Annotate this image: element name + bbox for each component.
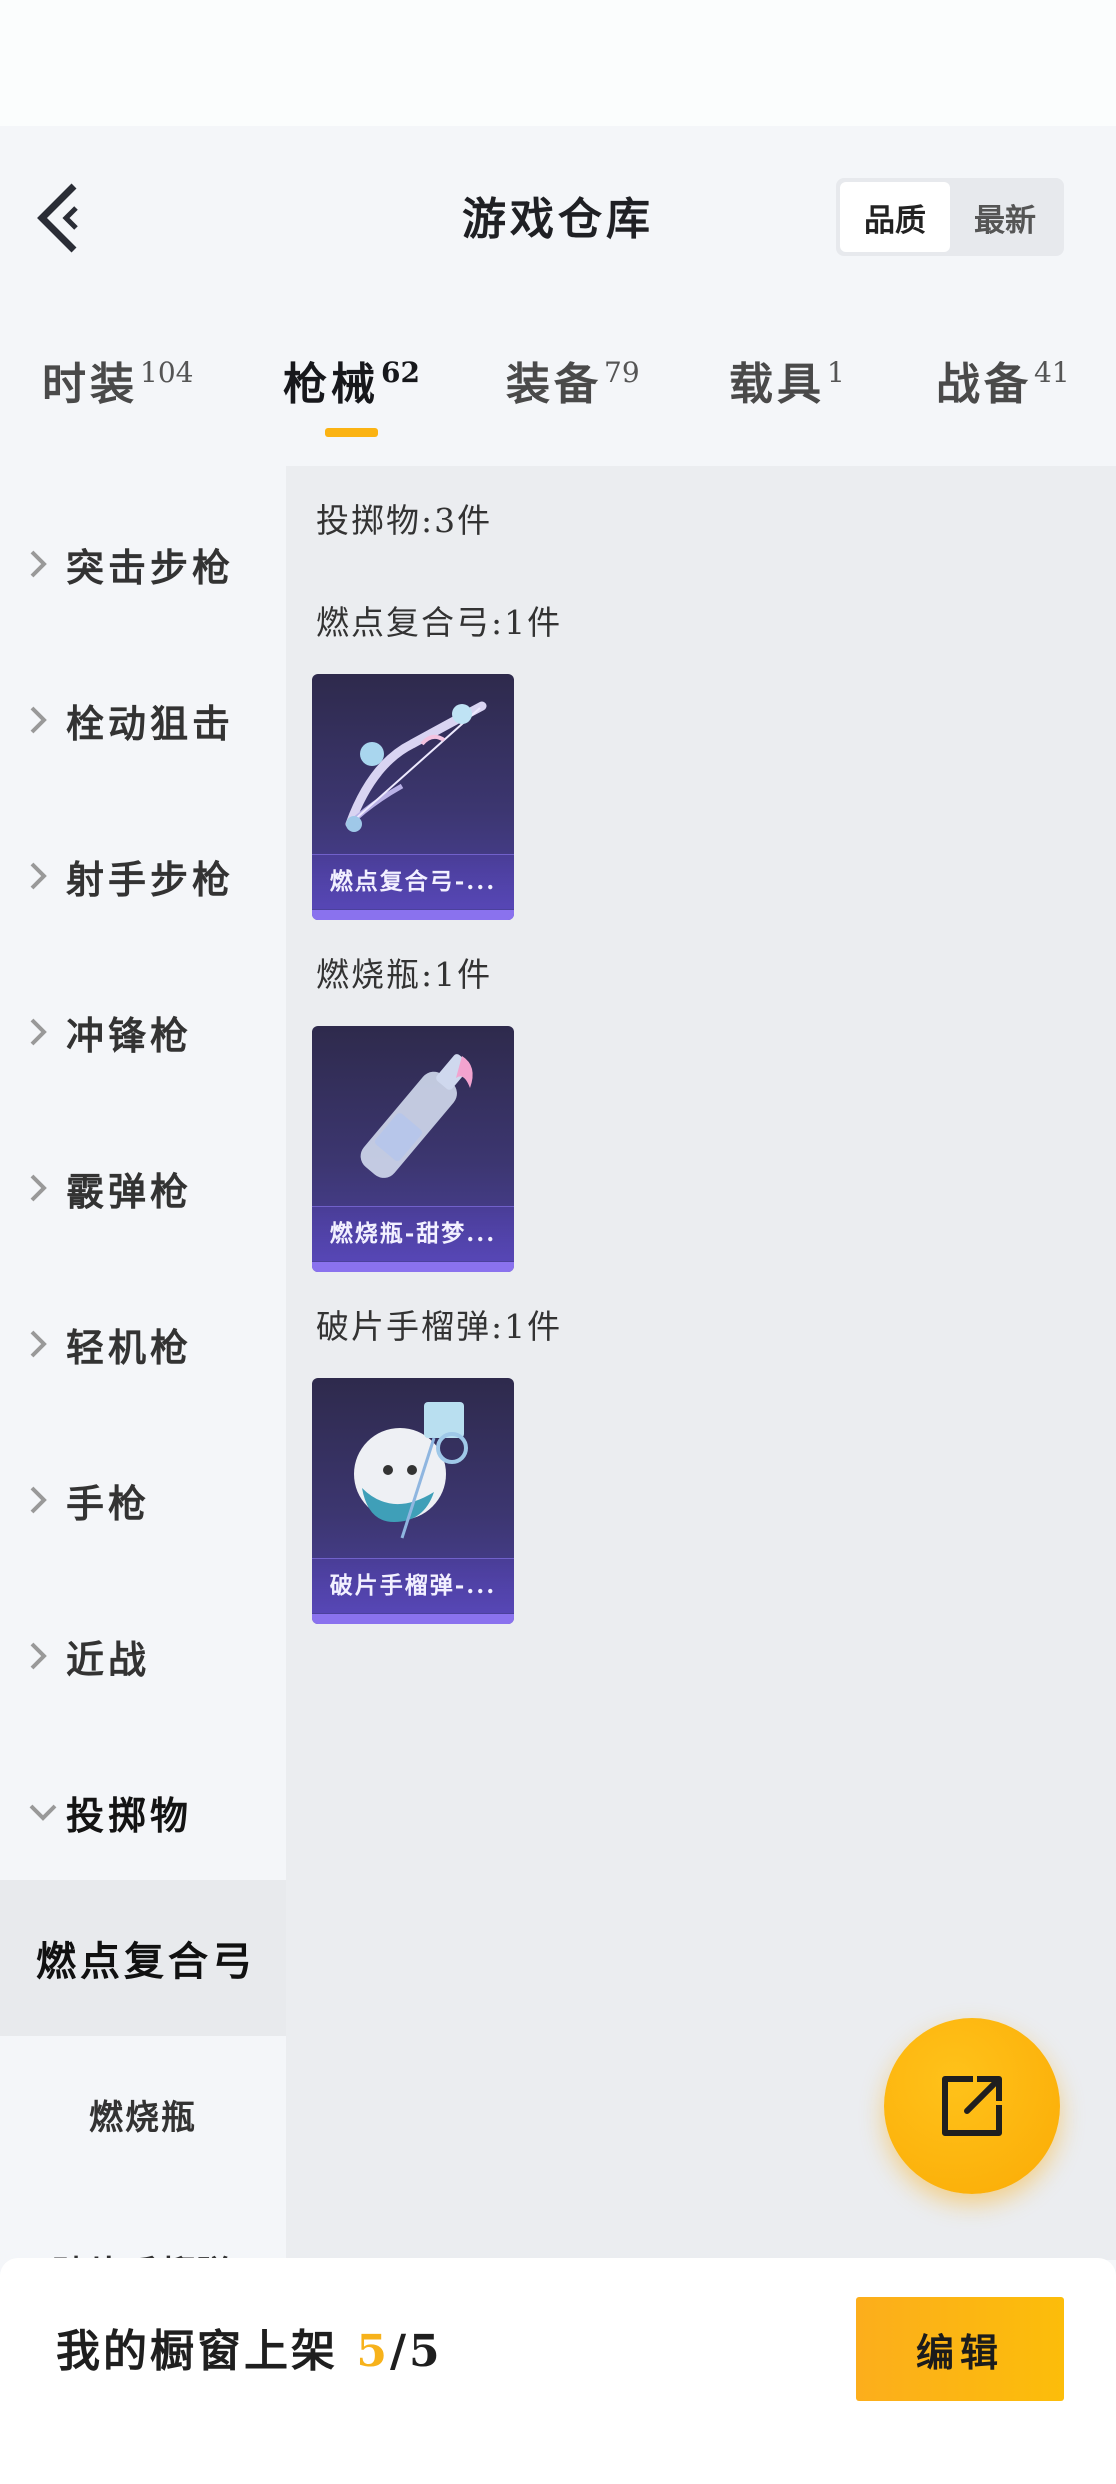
edit-button[interactable]: 编辑 (856, 2297, 1064, 2401)
sidebar-item-label: 轻机枪 (66, 1324, 193, 1370)
chevron-right-icon (28, 1329, 66, 1359)
group-header: 燃烧瓶:1件 (316, 955, 493, 994)
sidebar-subitem-label: 燃点复合弓 (36, 1938, 256, 1985)
showcase-status: 我的橱窗上架 5/5 (56, 2315, 443, 2379)
sidebar-item-marksman-rifle[interactable]: 射手步枪 (0, 798, 286, 954)
tab-costume[interactable]: 时装104 (42, 348, 193, 412)
showcase-current-count: 5 (356, 2326, 390, 2377)
sidebar: 突击步枪栓动狙击射手步枪冲锋枪霰弹枪轻机枪手枪近战投掷物燃点复合弓燃烧瓶破片手榴… (0, 466, 286, 2260)
item-card-molotov[interactable]: 燃烧瓶-甜梦... (312, 1026, 514, 1272)
sidebar-item-label: 霰弹枪 (66, 1168, 193, 1214)
frag-grenade-icon (354, 1402, 468, 1539)
sidebar-subitem-frag-grenade[interactable]: 破片手榴弹 (0, 2192, 286, 2261)
tab-equipment[interactable]: 装备79 (506, 348, 640, 412)
sort-toggle: 品质 最新 (836, 178, 1064, 256)
chevron-right-icon (28, 861, 66, 891)
chevron-right-icon (28, 1485, 66, 1515)
tab-count: 104 (140, 356, 194, 389)
sort-quality-button[interactable]: 品质 (840, 182, 950, 252)
molotov-bottle-icon (360, 1054, 473, 1178)
summary-count: 投掷物:3件 (316, 501, 493, 540)
sidebar-item-throwables[interactable]: 投掷物 (0, 1734, 286, 1890)
group-header: 破片手榴弹:1件 (316, 1307, 563, 1346)
sidebar-item-bolt-action-sniper[interactable]: 栓动狙击 (0, 642, 286, 798)
category-tabs: 时装104 枪械62 装备79 载具1 战备41 (0, 330, 1116, 460)
item-card-frag-grenade[interactable]: 破片手榴弹-... (312, 1378, 514, 1624)
sidebar-item-label: 栓动狙击 (66, 700, 235, 746)
sidebar-subitem-compound-bow[interactable]: 燃点复合弓 (0, 1880, 286, 2036)
rarity-bar (312, 1262, 514, 1272)
item-list: 投掷物:3件 燃点复合弓:1件 燃点复合弓-... 燃烧瓶:1件 燃烧瓶-甜梦.… (286, 466, 1116, 2260)
card-name: 燃点复合弓-... (312, 854, 514, 909)
chevron-right-icon (28, 1017, 66, 1047)
sidebar-item-pistol[interactable]: 手枪 (0, 1422, 286, 1578)
chevron-right-icon (28, 705, 66, 735)
tab-count: 79 (604, 356, 640, 389)
sidebar-item-label: 近战 (66, 1636, 151, 1682)
share-button[interactable] (884, 2018, 1060, 2194)
active-tab-indicator (325, 428, 378, 437)
group-header: 燃点复合弓:1件 (316, 603, 563, 642)
showcase-total-count: /5 (389, 2326, 443, 2377)
sidebar-item-lmg[interactable]: 轻机枪 (0, 1266, 286, 1422)
tab-label: 枪械 (283, 359, 379, 410)
tab-label: 战备 (936, 359, 1032, 410)
status-bar (0, 0, 1116, 126)
item-card-compound-bow[interactable]: 燃点复合弓-... (312, 674, 514, 920)
tab-war-supplies[interactable]: 战备41 (936, 348, 1070, 412)
showcase-label: 我的橱窗上架 (56, 2326, 357, 2377)
tab-count: 62 (381, 356, 420, 389)
sidebar-item-label: 手枪 (66, 1480, 151, 1526)
tab-count: 41 (1034, 356, 1070, 389)
tab-vehicles[interactable]: 载具1 (729, 348, 845, 412)
card-name: 破片手榴弹-... (312, 1558, 514, 1613)
sidebar-item-assault-rifle[interactable]: 突击步枪 (0, 486, 286, 642)
sidebar-item-label: 突击步枪 (66, 544, 235, 590)
sidebar-subitem-molotov[interactable]: 燃烧瓶 (0, 2036, 286, 2192)
compound-bow-icon (345, 701, 487, 832)
sidebar-item-label: 投掷物 (66, 1792, 193, 1838)
rarity-bar (312, 910, 514, 920)
chevron-down-icon (28, 1802, 66, 1822)
tab-label: 载具 (729, 359, 825, 410)
share-icon (942, 2076, 1002, 2136)
sidebar-item-melee[interactable]: 近战 (0, 1578, 286, 1734)
chevron-right-icon (28, 1173, 66, 1203)
sidebar-subitem-label: 燃烧瓶 (89, 2097, 197, 2138)
chevron-right-icon (28, 1641, 66, 1671)
tab-label: 装备 (506, 359, 602, 410)
tab-label: 时装 (42, 359, 138, 410)
sidebar-item-shotgun[interactable]: 霰弹枪 (0, 1110, 286, 1266)
sidebar-item-smg[interactable]: 冲锋枪 (0, 954, 286, 1110)
rarity-bar (312, 1614, 514, 1624)
chevron-right-icon (28, 549, 66, 579)
sort-newest-button[interactable]: 最新 (950, 182, 1060, 252)
tab-firearms[interactable]: 枪械62 (283, 348, 420, 412)
card-name: 燃烧瓶-甜梦... (312, 1206, 514, 1261)
sidebar-item-label: 射手步枪 (66, 856, 235, 902)
sidebar-item-label: 冲锋枪 (66, 1012, 193, 1058)
tab-count: 1 (827, 356, 845, 389)
